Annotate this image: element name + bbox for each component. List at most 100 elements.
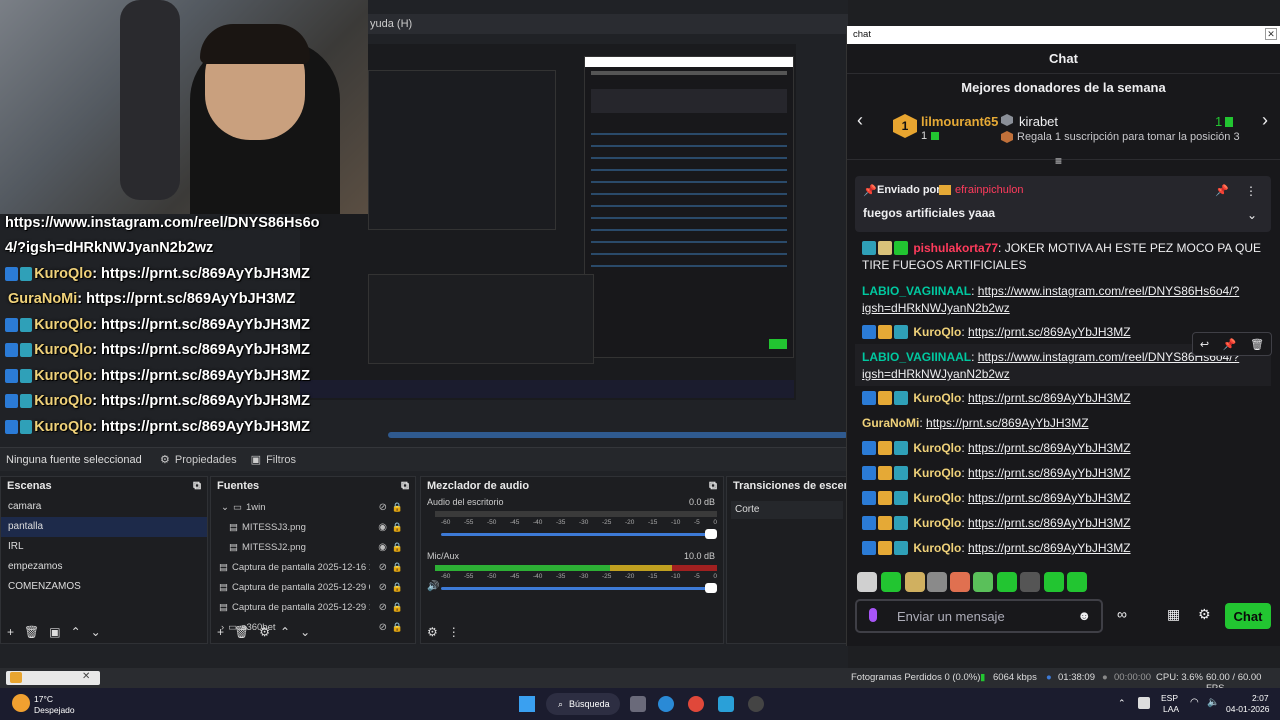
unpin-icon[interactable]: 📌: [1215, 184, 1229, 197]
chevron-left-icon[interactable]: ‹: [857, 110, 863, 131]
language-code[interactable]: ESP: [1161, 693, 1178, 703]
remove-source-button[interactable]: 🗑: [234, 625, 249, 639]
filters-button[interactable]: ▣ Filtros: [251, 453, 296, 467]
preview-canvas[interactable]: [300, 44, 796, 400]
pinned-author[interactable]: efrainpichulon: [955, 184, 1024, 196]
add-scene-button[interactable]: +: [7, 625, 14, 639]
chat-username[interactable]: KuroQlo: [913, 516, 961, 530]
chat-username[interactable]: KuroQlo: [913, 325, 961, 339]
clock-date[interactable]: 04-01-2026: [1226, 704, 1269, 714]
chat-link[interactable]: https://prnt.sc/869AyYbJH3MZ: [968, 441, 1131, 455]
move-down-icon[interactable]: ⌄: [91, 625, 101, 639]
lock-icon[interactable]: 🔒: [392, 562, 403, 573]
emote-icon[interactable]: [881, 572, 901, 592]
chat-username[interactable]: LABIO_VAGIINAAL: [862, 284, 971, 298]
gift-sub-icon[interactable]: ▦: [1167, 606, 1180, 623]
donor-2-name[interactable]: kirabet: [1019, 114, 1058, 129]
undock-icon[interactable]: ⧉: [401, 480, 409, 493]
source-item[interactable]: ⌄ ▭ 1win ⊘ 🔒: [211, 497, 415, 517]
lock-icon[interactable]: 🔒: [392, 502, 403, 513]
weather-icon[interactable]: [12, 694, 30, 712]
chat-username[interactable]: KuroQlo: [913, 491, 961, 505]
move-up-icon[interactable]: ⌃: [280, 625, 290, 639]
chat-link[interactable]: https://prnt.sc/869AyYbJH3MZ: [968, 491, 1131, 505]
chat-link[interactable]: https://prnt.sc/869AyYbJH3MZ: [968, 466, 1131, 480]
emote-icon[interactable]: [1067, 572, 1087, 592]
chevron-up-icon[interactable]: ⌃: [1118, 698, 1126, 709]
chat-link[interactable]: https://prnt.sc/869AyYbJH3MZ: [968, 325, 1131, 339]
properties-button[interactable]: ⚙ Propiedades: [160, 453, 237, 467]
transition-select[interactable]: Corte: [731, 501, 843, 519]
scene-item-empezamos[interactable]: empezamos: [1, 557, 207, 577]
lock-icon[interactable]: 🔒: [392, 582, 403, 593]
emoji-icon[interactable]: ☻: [1077, 608, 1091, 623]
volume-slider-handle[interactable]: [705, 583, 717, 593]
chat-link[interactable]: https://prnt.sc/869AyYbJH3MZ: [968, 541, 1131, 555]
chat-username[interactable]: KuroQlo: [913, 441, 961, 455]
chevron-down-icon[interactable]: ⌄: [221, 502, 229, 513]
source-item[interactable]: ▤ MITESSJ2.png ◉ 🔒: [211, 537, 415, 557]
hidden-eye-icon[interactable]: ⊘: [379, 562, 387, 573]
eye-icon[interactable]: ◉: [378, 522, 387, 533]
bits-icon[interactable]: ∞: [1117, 606, 1127, 622]
chat-send-button[interactable]: Chat: [1225, 603, 1271, 629]
speaker-icon[interactable]: 🔊: [427, 581, 439, 592]
collapse-icon[interactable]: ≡: [1055, 154, 1062, 168]
scene-item-camara[interactable]: camara: [1, 497, 207, 517]
chat-link[interactable]: https://prnt.sc/869AyYbJH3MZ: [968, 516, 1131, 530]
scene-item-irl[interactable]: IRL: [1, 537, 207, 557]
edge-icon[interactable]: [658, 696, 674, 712]
volume-slider[interactable]: [441, 587, 717, 590]
volume-slider-handle[interactable]: [705, 529, 717, 539]
chevron-right-icon[interactable]: ›: [1262, 110, 1268, 131]
hidden-eye-icon[interactable]: ⊘: [379, 502, 387, 513]
taskbar-search[interactable]: ⌕ Búsqueda: [546, 693, 620, 715]
wifi-icon[interactable]: ◠: [1190, 697, 1199, 708]
emote-icon[interactable]: [857, 572, 877, 592]
source-item[interactable]: ▤ Captura de pantalla 2025-12-29 103 ⊘ 🔒: [211, 597, 415, 617]
clock-time[interactable]: 2:07: [1252, 693, 1269, 703]
obs-icon[interactable]: [748, 696, 764, 712]
chrome-icon[interactable]: [688, 696, 704, 712]
source-item[interactable]: ▤ Captura de pantalla 2025-12-16 135 ⊘ 🔒: [211, 557, 415, 577]
source-item[interactable]: ▤ Captura de pantalla 2025-12-29 043 ⊘ 🔒: [211, 577, 415, 597]
more-options-icon[interactable]: ⋮: [1245, 184, 1257, 198]
reply-icon[interactable]: ↩: [1200, 338, 1209, 351]
chat-username[interactable]: KuroQlo: [913, 541, 961, 555]
chat-input-box[interactable]: Enviar un mensaje ☻: [855, 599, 1103, 633]
more-options-icon[interactable]: ⋮: [448, 625, 460, 639]
emote-icon[interactable]: [950, 572, 970, 592]
menu-help[interactable]: yuda (H): [370, 18, 412, 30]
weather-desc[interactable]: Despejado: [34, 705, 75, 715]
add-source-button[interactable]: +: [217, 625, 224, 639]
source-item[interactable]: ▤ MITESSJ3.png ◉ 🔒: [211, 517, 415, 537]
emote-icon[interactable]: [1020, 572, 1040, 592]
lock-icon[interactable]: 🔒: [392, 602, 403, 613]
task-view-icon[interactable]: [630, 696, 646, 712]
mixer-settings-icon[interactable]: ⚙: [427, 625, 438, 639]
chat-link[interactable]: https://prnt.sc/869AyYbJH3MZ: [968, 391, 1131, 405]
chat-input-placeholder[interactable]: Enviar un mensaje: [897, 609, 1005, 624]
settings-gear-icon[interactable]: ⚙: [1198, 606, 1211, 623]
scene-item-comenzamos[interactable]: COMENZAMOS: [1, 577, 207, 597]
hidden-eye-icon[interactable]: ⊘: [379, 582, 387, 593]
scene-filters-button[interactable]: ▣: [49, 625, 60, 639]
pin-icon[interactable]: 📌: [1223, 338, 1237, 351]
chat-username[interactable]: KuroQlo: [913, 466, 961, 480]
microphone-icon[interactable]: [869, 608, 877, 622]
remove-scene-button[interactable]: 🗑: [24, 625, 39, 639]
windows-start-icon[interactable]: [519, 696, 535, 712]
chat-username[interactable]: pishulakorta77: [913, 241, 998, 255]
emote-icon[interactable]: [1044, 572, 1064, 592]
emote-icon[interactable]: [973, 572, 993, 592]
close-icon[interactable]: ✕: [1265, 28, 1277, 40]
chat-username[interactable]: LABIO_VAGIINAAL: [862, 350, 971, 364]
move-down-icon[interactable]: ⌄: [300, 625, 310, 639]
app-tray-icon[interactable]: [1138, 697, 1150, 709]
move-up-icon[interactable]: ⌃: [71, 625, 81, 639]
lock-icon[interactable]: 🔒: [392, 542, 403, 553]
chat-username[interactable]: KuroQlo: [913, 391, 961, 405]
delete-icon[interactable]: 🗑: [1250, 338, 1264, 351]
emote-icon[interactable]: [997, 572, 1017, 592]
eye-icon[interactable]: ◉: [378, 542, 387, 553]
